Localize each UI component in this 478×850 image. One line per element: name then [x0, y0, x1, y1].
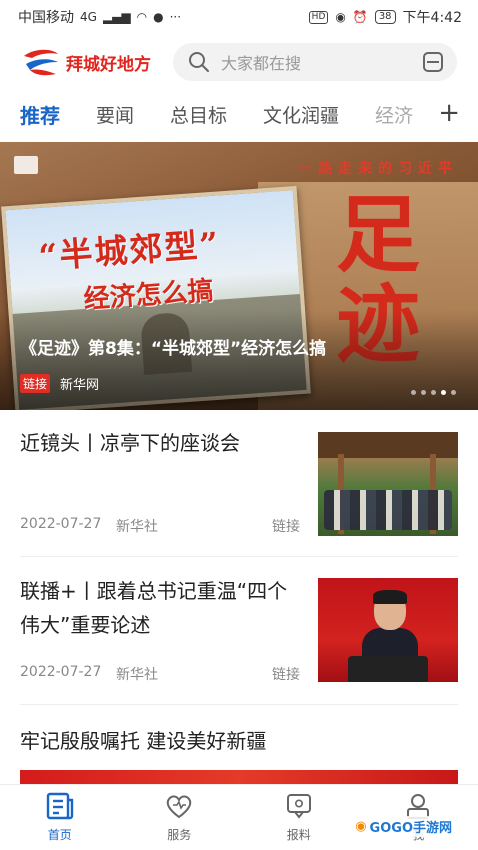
news-title[interactable]: 近镜头丨凉亭下的座谈会 [20, 426, 300, 460]
site-watermark: ◉ GOGO手游网 [351, 816, 456, 837]
banner-source: 新华网 [60, 378, 100, 393]
nav-home-label: 首页 [47, 828, 72, 842]
news-source: 新华社 [116, 519, 158, 535]
carousel-indicator [411, 390, 456, 395]
logo-swirl-icon [24, 49, 58, 76]
carousel-dot[interactable] [431, 390, 436, 395]
tab-culture[interactable]: 文化润疆 [263, 101, 339, 128]
search-placeholder: 大家都在搜 [221, 54, 302, 73]
banner-caption[interactable]: 《足迹》第8集：“半城郊型”经济怎么搞 [20, 334, 326, 359]
banner-carousel[interactable]: 一路走来的习近平 足迹 “半城郊型” 经济怎么搞 《足迹》第8集：“半城郊型”经… [0, 142, 478, 410]
link-badge: 链接 [20, 374, 51, 393]
news-item[interactable]: 牢记殷殷嘱托 建设美好新疆 [20, 724, 458, 764]
app-logo: 拜城好地方 [20, 46, 151, 78]
news-date: 2022-07-27 [20, 516, 102, 532]
divider [20, 556, 458, 557]
nav-service[interactable]: 服务 [120, 785, 240, 850]
news-date: 2022-07-27 [20, 664, 102, 680]
news-meta: 2022-07-27 新华社 链接 [20, 516, 300, 536]
carrier-label: 中国移动 [18, 10, 74, 26]
nav-home[interactable]: 首页 [0, 785, 120, 850]
hd-icon: HD [308, 10, 329, 24]
nav-report[interactable]: 报料 [239, 785, 359, 850]
watermark-logo-icon: ◉ [355, 819, 367, 834]
search-input[interactable]: 大家都在搜 [173, 43, 457, 81]
category-tabs: 推荐 要闻 总目标 文化润疆 经济 + [0, 92, 478, 136]
news-type: 链接 [272, 667, 300, 683]
carousel-dot[interactable] [411, 390, 416, 395]
banner-series-tag: 一路走来的习近平 [298, 161, 458, 177]
wifi-icon: ◠ [136, 10, 148, 24]
tab-recommend[interactable]: 推荐 [20, 100, 60, 129]
status-bar: 中国移动 4G ▂▄▆ ◠ ● ··· HD ◉ ⏰ 38 下午4:42 [0, 0, 478, 34]
signal-icon: ▂▄▆ [102, 10, 131, 24]
home-news-icon [46, 792, 73, 820]
eye-icon: ◉ [335, 10, 346, 24]
network-type: 4G [80, 10, 97, 24]
report-chat-icon [286, 794, 311, 819]
channel-logo-icon [14, 156, 38, 174]
news-item[interactable]: 联播+丨跟着总书记重温“四个伟大”重要论述 2022-07-27 新华社 链接 [20, 574, 458, 684]
news-type: 链接 [272, 519, 300, 535]
news-item[interactable]: 近镜头丨凉亭下的座谈会 2022-07-27 新华社 链接 [20, 426, 458, 536]
tab-news[interactable]: 要闻 [96, 101, 134, 128]
carousel-dot[interactable] [421, 390, 426, 395]
news-meta: 2022-07-27 新华社 链接 [20, 664, 300, 684]
news-banner-image[interactable] [20, 770, 458, 784]
tab-economy[interactable]: 经济 [375, 101, 413, 128]
heart-service-icon [167, 795, 192, 819]
divider [20, 704, 458, 705]
watermark-text: GOGO手游网 [369, 821, 452, 836]
app-header: 拜城好地方 大家都在搜 [0, 36, 478, 88]
tab-overall-goal[interactable]: 总目标 [170, 101, 227, 128]
news-source: 新华社 [116, 667, 158, 683]
banner-meta: 链接 新华网 [20, 374, 99, 393]
banner-shade [0, 310, 478, 410]
nav-service-label: 服务 [167, 828, 192, 842]
scan-icon[interactable] [421, 50, 445, 74]
poster-title-line1: “半城郊型” [37, 224, 222, 277]
news-title[interactable]: 联播+丨跟着总书记重温“四个伟大”重要论述 [20, 574, 300, 642]
app-notification-icon: ● [153, 10, 164, 24]
battery-icon: 38 [374, 10, 396, 24]
news-thumbnail[interactable] [318, 578, 458, 682]
news-thumbnail[interactable] [318, 432, 458, 536]
add-tab-button[interactable]: + [438, 98, 460, 128]
more-notifications-icon: ··· [169, 10, 182, 24]
alarm-icon: ⏰ [352, 10, 368, 24]
carousel-dot[interactable] [451, 390, 456, 395]
clock: 下午4:42 [402, 10, 462, 26]
carousel-dot[interactable] [441, 390, 446, 395]
nav-report-label: 报料 [286, 828, 311, 842]
search-icon [189, 52, 209, 72]
logo-text: 拜城好地方 [66, 54, 151, 75]
news-title[interactable]: 牢记殷殷嘱托 建设美好新疆 [20, 724, 458, 758]
